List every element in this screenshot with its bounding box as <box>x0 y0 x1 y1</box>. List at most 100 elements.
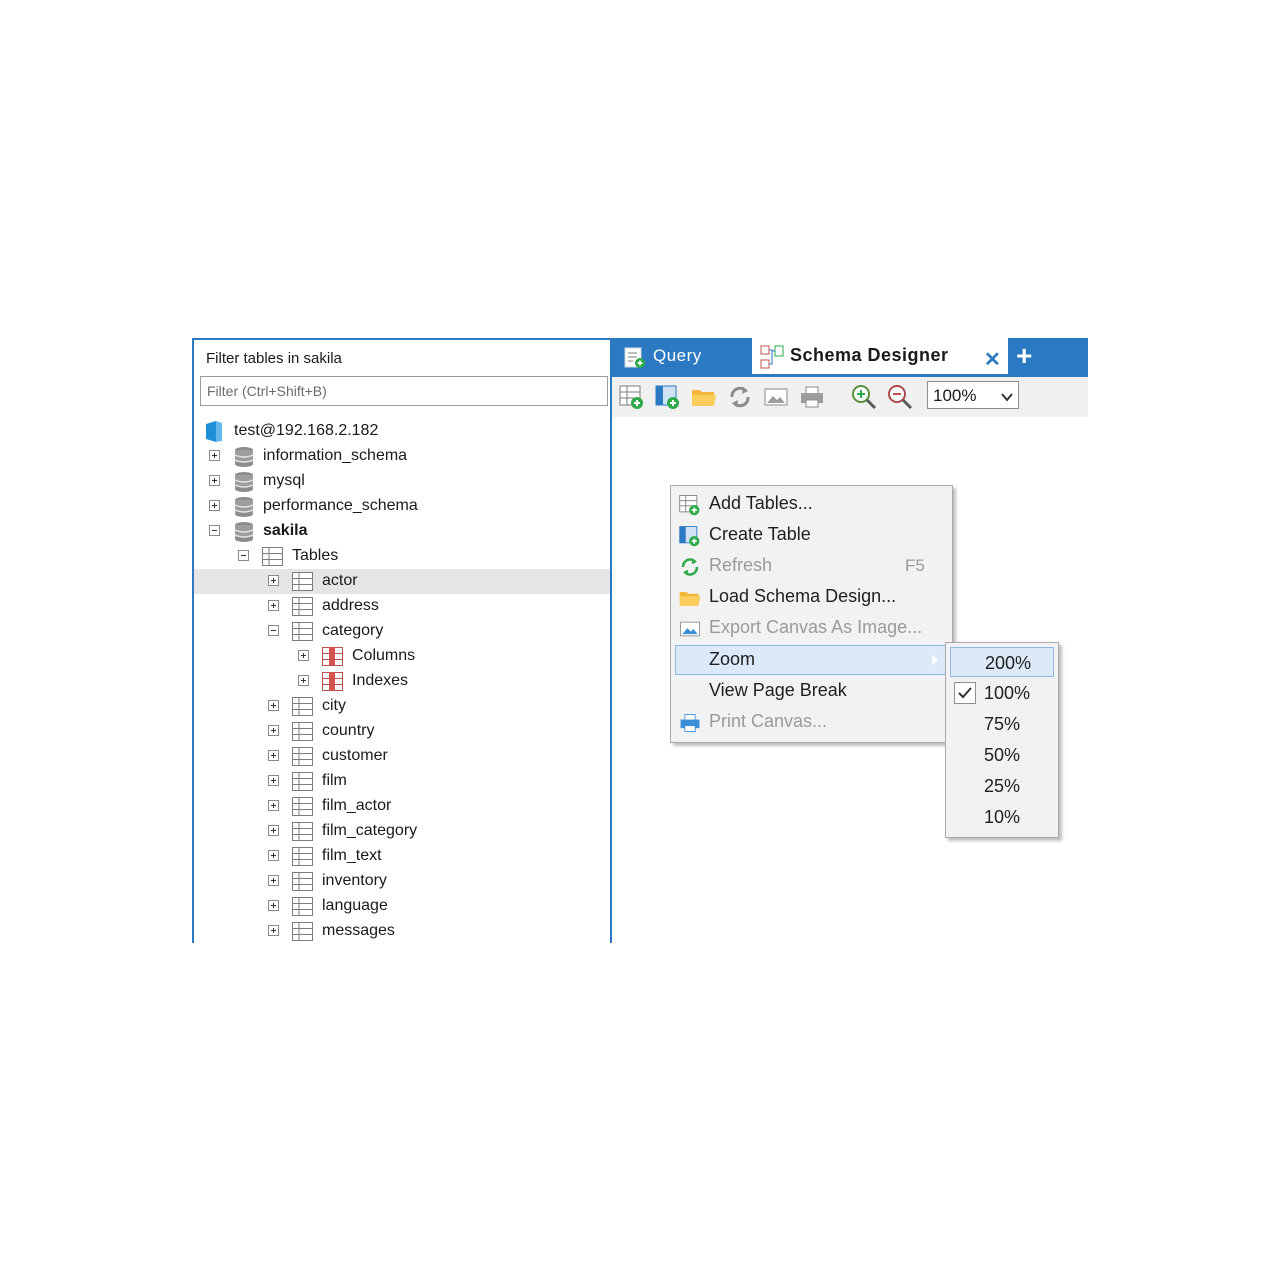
tables-label: Tables <box>292 547 339 564</box>
zoom-option-10[interactable]: 10% <box>950 802 1054 832</box>
table-label: film_text <box>322 847 382 864</box>
menu-item-view-page-break[interactable]: View Page Break <box>675 676 948 706</box>
table-node-address[interactable]: address <box>194 594 610 619</box>
table-icon <box>292 872 313 891</box>
table-label: inventory <box>322 872 387 889</box>
table-label: category <box>322 622 384 639</box>
table-node-messages[interactable]: messages <box>194 919 610 943</box>
db-node-sakila[interactable]: sakila <box>194 519 610 544</box>
menu-item-zoom[interactable]: Zoom <box>675 645 948 675</box>
zoom-option-label: 25% <box>984 776 1021 796</box>
expand-icon[interactable] <box>209 475 220 486</box>
collapse-icon[interactable] <box>238 550 249 561</box>
expand-icon[interactable] <box>268 725 279 736</box>
tab-schema-designer[interactable]: Schema Designer ✕ <box>752 338 1008 376</box>
table-node-film-actor[interactable]: film_actor <box>194 794 610 819</box>
db-node-mysql[interactable]: mysql <box>194 469 610 494</box>
table-node-actor[interactable]: actor <box>194 569 610 594</box>
expand-icon[interactable] <box>268 600 279 611</box>
zoom-option-25[interactable]: 25% <box>950 771 1054 801</box>
zoom-option-75[interactable]: 75% <box>950 709 1054 739</box>
expand-icon[interactable] <box>268 850 279 861</box>
expand-icon[interactable] <box>268 925 279 936</box>
expand-icon[interactable] <box>209 500 220 511</box>
menu-item-refresh[interactable]: Refresh F5 <box>675 551 948 581</box>
menu-item-label: Zoom <box>709 649 756 669</box>
zoom-option-200[interactable]: 200% <box>950 647 1054 677</box>
database-icon <box>234 472 254 492</box>
menu-item-export-canvas[interactable]: Export Canvas As Image... <box>675 613 948 643</box>
table-label: country <box>322 722 375 739</box>
expand-icon[interactable] <box>209 450 220 461</box>
tab-query[interactable]: Query <box>612 338 750 376</box>
expand-icon[interactable] <box>268 800 279 811</box>
expand-icon[interactable] <box>268 825 279 836</box>
zoom-option-label: 200% <box>985 653 1032 673</box>
table-label: film_category <box>322 822 418 839</box>
expand-icon[interactable] <box>268 700 279 711</box>
zoom-option-label: 75% <box>984 714 1021 734</box>
zoom-submenu: 200% 100% 75% 50% 25% 10% <box>945 642 1059 838</box>
table-icon <box>292 922 313 941</box>
collapse-icon[interactable] <box>209 525 220 536</box>
menu-item-shortcut: F5 <box>905 556 925 575</box>
close-tab-icon[interactable]: ✕ <box>984 347 1001 372</box>
expand-icon[interactable] <box>268 875 279 886</box>
columns-label: Columns <box>352 647 416 664</box>
table-node-film-text[interactable]: film_text <box>194 844 610 869</box>
connection-node[interactable]: test@192.168.2.182 <box>194 419 610 444</box>
expand-icon[interactable] <box>268 775 279 786</box>
add-tab-icon[interactable]: + <box>1016 340 1032 372</box>
open-folder-icon[interactable] <box>690 383 718 411</box>
table-node-customer[interactable]: customer <box>194 744 610 769</box>
table-node-country[interactable]: country <box>194 719 610 744</box>
menu-item-label: Add Tables... <box>709 493 813 513</box>
create-table-icon[interactable] <box>654 383 682 411</box>
table-node-category[interactable]: category <box>194 619 610 644</box>
db-node-information-schema[interactable]: information_schema <box>194 444 610 469</box>
zoom-option-50[interactable]: 50% <box>950 740 1054 770</box>
tab-schema-label: Schema Designer <box>790 345 949 365</box>
table-node-inventory[interactable]: inventory <box>194 869 610 894</box>
zoom-in-icon[interactable] <box>850 383 878 411</box>
zoom-option-label: 100% <box>984 683 1031 703</box>
table-icon <box>292 797 313 816</box>
print-icon[interactable] <box>798 383 826 411</box>
add-tables-icon[interactable] <box>618 383 646 411</box>
database-icon <box>234 522 254 542</box>
collapse-icon[interactable] <box>268 625 279 636</box>
columns-node[interactable]: Columns <box>194 644 610 669</box>
folder-icon <box>679 592 701 606</box>
expand-icon[interactable] <box>268 750 279 761</box>
tables-folder-node[interactable]: Tables <box>194 544 610 569</box>
expand-icon[interactable] <box>298 650 309 661</box>
menu-item-load-schema-design[interactable]: Load Schema Design... <box>675 582 948 612</box>
indexes-node[interactable]: Indexes <box>194 669 610 694</box>
db-node-performance-schema[interactable]: performance_schema <box>194 494 610 519</box>
db-label: information_schema <box>263 447 408 464</box>
table-icon <box>292 847 313 866</box>
table-filter-input[interactable] <box>200 376 608 406</box>
zoom-level-value: 100% <box>933 386 977 405</box>
table-node-language[interactable]: language <box>194 894 610 919</box>
schema-browser-panel: Filter tables in sakila test@192.168.2.1… <box>192 338 612 943</box>
expand-icon[interactable] <box>298 675 309 686</box>
export-image-icon[interactable] <box>762 383 790 411</box>
add-tables-icon <box>679 495 700 516</box>
table-node-film-category[interactable]: film_category <box>194 819 610 844</box>
table-node-city[interactable]: city <box>194 694 610 719</box>
zoom-option-label: 50% <box>984 745 1021 765</box>
menu-item-create-table[interactable]: Create Table <box>675 520 948 550</box>
menu-item-add-tables[interactable]: Add Tables... <box>675 489 948 519</box>
refresh-icon[interactable] <box>726 383 754 411</box>
query-icon <box>624 347 645 368</box>
table-icon <box>292 697 313 716</box>
expand-icon[interactable] <box>268 575 279 586</box>
menu-item-print-canvas[interactable]: Print Canvas... <box>675 707 948 737</box>
table-label: actor <box>322 572 358 589</box>
table-node-film[interactable]: film <box>194 769 610 794</box>
zoom-out-icon[interactable] <box>886 383 914 411</box>
expand-icon[interactable] <box>268 900 279 911</box>
zoom-level-select[interactable]: 100% <box>927 381 1019 409</box>
zoom-option-100[interactable]: 100% <box>950 678 1054 708</box>
